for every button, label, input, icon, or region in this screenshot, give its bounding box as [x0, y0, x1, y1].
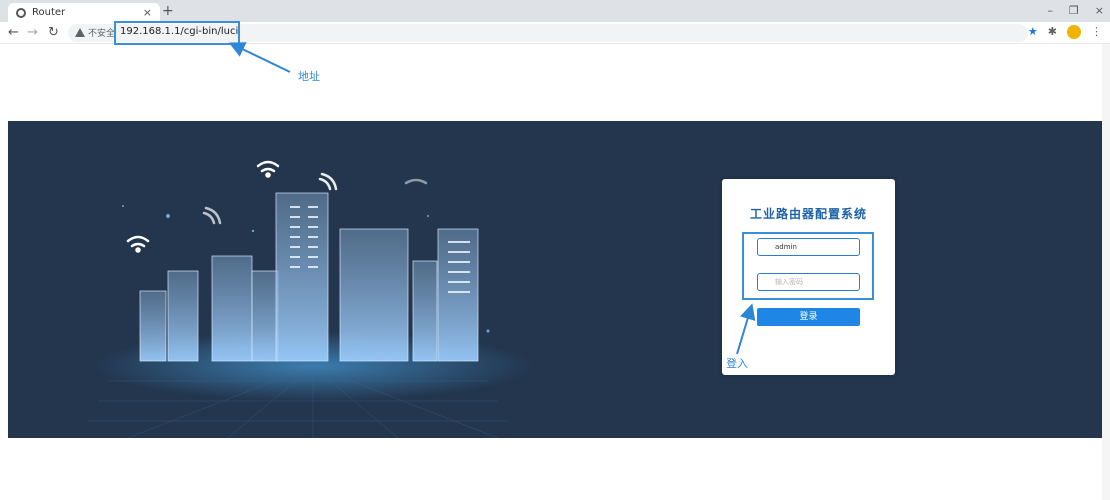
page-scrollbar[interactable]: [1102, 44, 1110, 500]
login-annotation: 登入: [726, 357, 748, 370]
smart-city-illustration: [88, 160, 533, 438]
hero-banner: 工业路由器配置系统 👤 🔒 登录 登入: [8, 121, 1102, 438]
address-arrow: [228, 42, 291, 73]
address-annotation: 地址: [298, 70, 320, 83]
login-card: 工业路由器配置系统 👤 🔒 登录 登入: [722, 179, 895, 375]
login-annotation-arrow: [736, 303, 756, 355]
